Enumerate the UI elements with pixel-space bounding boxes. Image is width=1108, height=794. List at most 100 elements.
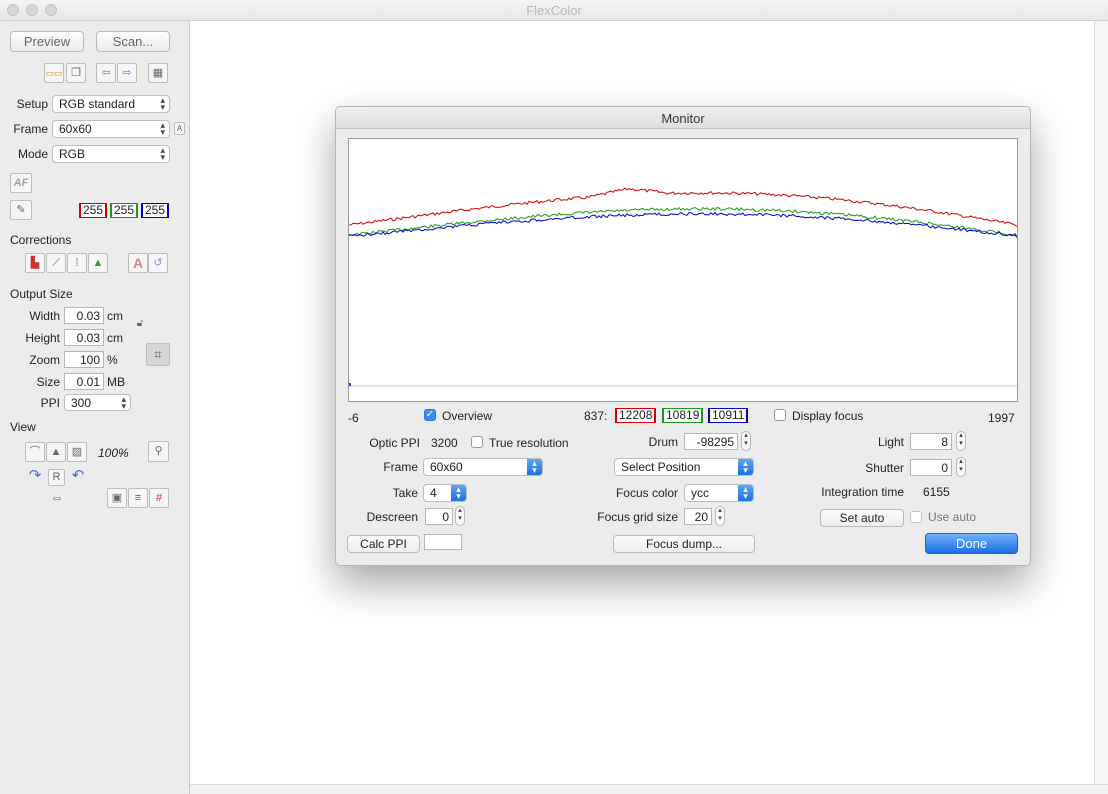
lines-view-icon[interactable]: ≡ [128,488,148,508]
reset-icon[interactable]: ↺ [148,253,168,273]
setup-select[interactable]: RGB standard ▴ ▾ [52,95,170,113]
crop-icon[interactable]: ⌗ [146,343,170,366]
shutter-input[interactable]: 0 [910,459,952,476]
focus-color-select[interactable]: ycc ▴ ▾ [684,484,754,502]
rgb-readout-green: 255 [110,203,139,218]
chevron-updown-icon: ▴ ▾ [451,485,466,501]
done-button[interactable]: Done [925,533,1018,554]
height-input[interactable]: 0.03 [64,329,104,346]
size-unit: MB [107,375,125,389]
rgb-readout-blue: 255 [141,203,170,218]
view-mid-icon[interactable]: ▲ [46,442,66,462]
display-focus-checkbox[interactable] [774,409,786,421]
preview-button[interactable]: Preview [10,31,84,52]
width-input[interactable]: 0.03 [64,307,104,324]
histogram-icon[interactable]: ▙ [25,253,45,273]
calc-ppi-button[interactable]: Calc PPI [347,535,420,553]
grid-icon[interactable]: ▦ [148,63,168,83]
signal-graph [348,187,1018,387]
monitor-plot[interactable] [348,138,1018,402]
focus-dump-button[interactable]: Focus dump... [613,535,755,553]
set-auto-button[interactable]: Set auto [820,509,904,527]
sharpen-icon[interactable]: ▲ [88,253,108,273]
setup-value: RGB standard [59,97,136,111]
size-value: 0.01 [64,373,104,390]
descreen-label: Descreen [366,510,418,524]
drum-stepper[interactable]: ▴ ▾ [741,431,751,451]
light-label: Light [877,435,904,449]
mode-select[interactable]: RGB ▴ ▾ [52,145,170,163]
grid-overlay-icon[interactable]: # [149,488,169,508]
ppi-label: PPI [40,396,60,410]
light-stepper[interactable]: ▴ ▾ [956,431,966,451]
axis-min-label: -6 [348,411,359,425]
frame-label: Frame [13,122,48,136]
rotate-right-icon[interactable]: ↷ [25,467,45,487]
view-image-icon[interactable]: ▨ [67,442,87,462]
take-select[interactable]: 4 ▴ ▾ [423,484,467,502]
view-zoom-readout: 100% [98,446,129,460]
horizontal-scrollbar[interactable] [190,784,1108,794]
focus-grid-stepper[interactable]: ▴ ▾ [715,506,725,526]
calc-ppi-input[interactable] [424,534,462,550]
chevron-updown-icon: ▴ ▾ [738,459,753,475]
use-auto-checkbox[interactable] [910,511,922,523]
frame-view-icon[interactable]: ▣ [107,488,127,508]
ruler-icon[interactable]: ▭▭ [44,63,64,83]
chevron-updown-icon: ▴ ▾ [738,485,753,501]
color-balance-icon[interactable]: ⁞ [67,253,87,273]
take-value: 4 [430,486,437,500]
monitor-title: Monitor [336,107,1030,129]
readout-red: 12208 [615,408,657,423]
text-tool-icon[interactable]: A [128,253,148,273]
select-position-dropdown[interactable]: Select Position ▴ ▾ [614,458,754,476]
rgb-readout-red: 255 [79,203,108,218]
copy-icon[interactable]: ❐ [66,63,86,83]
frame-select[interactable]: 60x60 ▴ ▾ [52,120,170,138]
autofocus-button[interactable]: AF [10,173,32,193]
width-label: Width [29,309,60,323]
overview-label: Overview [442,409,493,423]
back-arrow-icon[interactable]: ⇦ [96,63,116,83]
ppi-select[interactable]: 300 ▴ ▾ [64,394,131,411]
size-label: Size [36,375,60,389]
frame-select[interactable]: 60x60 ▴ ▾ [423,458,543,476]
integration-time-value: 6155 [923,485,950,499]
descreen-input[interactable]: 0 [425,508,453,525]
axis-max-label: 1997 [988,411,1015,425]
forward-arrow-icon[interactable]: ⇨ [117,63,137,83]
drum-input[interactable]: -98295 [684,433,738,450]
light-input[interactable]: 8 [910,433,952,450]
curve-icon[interactable]: ⟋ [46,253,66,273]
rotate-left-icon[interactable]: ↶ [68,467,88,487]
focus-grid-label: Focus grid size [597,510,678,524]
frame-value: 60x60 [59,122,92,136]
mode-value: RGB [59,147,86,161]
display-focus-label: Display focus [792,409,864,423]
window-title: FlexColor [526,3,582,18]
flip-horizontal-icon[interactable]: ⇔ [47,488,67,508]
shutter-stepper[interactable]: ▴ ▾ [956,457,966,477]
scan-button[interactable]: Scan... [96,31,170,52]
select-position-label: Select Position [621,460,701,474]
reset-rotation-button[interactable]: R [48,469,65,486]
overview-checkbox[interactable]: ✓ [424,409,436,421]
take-label: Take [392,486,418,500]
magnifier-icon[interactable]: ⚲ [148,441,169,462]
lock-icon[interactable]: 🔓︎ [133,317,147,331]
zoom-input[interactable]: 100 [64,351,104,368]
descreen-stepper[interactable]: ▴ ▾ [455,506,465,526]
vertical-scrollbar[interactable] [1094,21,1108,784]
output-size-heading: Output Size [10,287,73,301]
eyedropper-icon[interactable]: ✎ [10,200,32,220]
zoom-unit: % [107,353,118,367]
frame-value: 60x60 [430,460,463,474]
readout-green: 10819 [662,408,704,423]
title-bar: FlexColor [0,0,1108,21]
frame-badge[interactable]: A [174,122,185,135]
mode-label: Mode [17,147,48,161]
frame-label: Frame [383,460,418,474]
view-low-icon[interactable]: ⌒ [25,442,45,462]
focus-grid-input[interactable]: 20 [684,508,712,525]
true-resolution-checkbox[interactable] [471,436,483,448]
